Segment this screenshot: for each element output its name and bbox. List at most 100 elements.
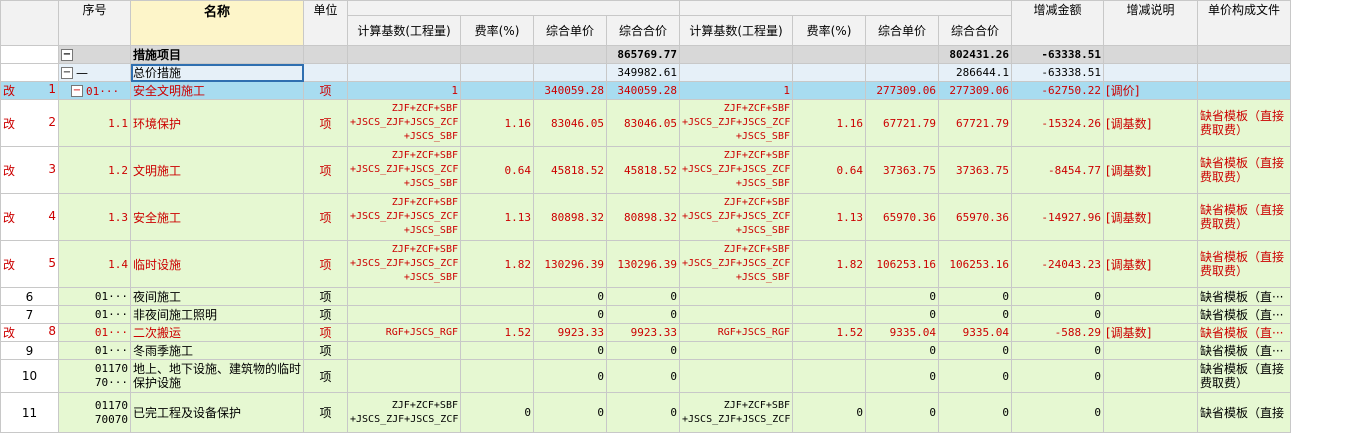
col-template-header[interactable]: 单价构成文件 <box>1197 0 1291 46</box>
table-row[interactable]: 改5 1.4 临时设施 项 ZJF+ZCF+SBF +JSCS_ZJF+JSCS… <box>0 240 1291 288</box>
rate-1-cell[interactable]: 1.82 <box>460 240 534 288</box>
rate-2-cell[interactable]: 1.82 <box>792 240 866 288</box>
calc-base-1-cell[interactable]: ZJF+ZCF+SBF +JSCS_ZJF+JSCS_ZCF +JSCS_SBF <box>347 193 461 241</box>
col-seq-header[interactable]: 序号 <box>58 0 131 46</box>
rate-2-cell[interactable] <box>792 81 866 100</box>
rate-1-cell[interactable] <box>460 287 534 306</box>
calc-base-1-cell[interactable]: RGF+JSCS_RGF <box>347 323 461 342</box>
template-cell[interactable]: 缺省模板（直接费取费） <box>1197 193 1291 241</box>
rate-1-cell[interactable] <box>460 305 534 324</box>
col-unit-price-2-header[interactable]: 综合单价 <box>865 15 939 46</box>
rate-2-cell[interactable] <box>792 359 866 393</box>
rate-1-cell[interactable]: 1.13 <box>460 193 534 241</box>
table-row[interactable]: 改8 01··· 二次搬运 项 RGF+JSCS_RGF 1.52 9923.3… <box>0 323 1291 342</box>
col-total-price-1-header[interactable]: 综合合价 <box>606 15 680 46</box>
rate-1-cell[interactable]: 0 <box>460 392 534 433</box>
col-name-header[interactable]: 名称 <box>130 0 304 46</box>
table-row[interactable]: 6 01··· 夜间施工 项 0 0 0 0 0 缺省模板（直··· <box>0 287 1291 306</box>
calc-base-1-cell[interactable]: ZJF+ZCF+SBF +JSCS_ZJF+JSCS_ZCF +JSCS_SBF <box>347 240 461 288</box>
name-cell[interactable]: 地上、地下设施、建筑物的临时保护设施 <box>130 359 304 393</box>
template-cell[interactable]: 缺省模板（直··· <box>1197 341 1291 360</box>
col-rate-1-header[interactable]: 费率(%) <box>460 15 534 46</box>
calc-base-2-cell[interactable]: ZJF+ZCF+SBF +JSCS_ZJF+JSCS_ZCF +JSCS_SBF <box>679 146 793 194</box>
name-cell[interactable]: 文明施工 <box>130 146 304 194</box>
table-row[interactable]: − 措施项目 865769.77 802431.26 -63338.51 <box>0 45 1291 64</box>
template-cell[interactable]: 缺省模板（直··· <box>1197 323 1291 342</box>
rate-2-cell[interactable]: 0.64 <box>792 146 866 194</box>
table-row[interactable]: 10 01170 70··· 地上、地下设施、建筑物的临时保护设施 项 0 0 … <box>0 359 1291 393</box>
name-cell[interactable]: 总价措施 <box>130 63 304 82</box>
name-cell[interactable]: 安全施工 <box>130 193 304 241</box>
col-calc-base-2-header[interactable]: 计算基数(工程量) <box>679 15 793 46</box>
col-change-amount-header[interactable]: 增减金额 <box>1011 0 1104 46</box>
name-cell[interactable]: 非夜间施工照明 <box>130 305 304 324</box>
table-row[interactable]: − — 总价措施 349982.61 286644.1 -63338.51 <box>0 63 1291 82</box>
total-price-1-cell: 349982.61 <box>606 63 680 82</box>
table-row[interactable]: 改3 1.2 文明施工 项 ZJF+ZCF+SBF +JSCS_ZJF+JSCS… <box>0 146 1291 194</box>
name-cell[interactable]: 二次搬运 <box>130 323 304 342</box>
calc-base-2-cell[interactable] <box>679 287 793 306</box>
calc-base-1-cell[interactable] <box>347 341 461 360</box>
calc-base-2-cell[interactable]: ZJF+ZCF+SBF +JSCS_ZJF+JSCS_ZCF +JSCS_SBF <box>679 99 793 147</box>
table-row[interactable]: 改2 1.1 环境保护 项 ZJF+ZCF+SBF +JSCS_ZJF+JSCS… <box>0 99 1291 147</box>
rate-1-cell[interactable]: 0.64 <box>460 146 534 194</box>
rate-1-cell[interactable]: 1.16 <box>460 99 534 147</box>
template-cell[interactable]: 缺省模板（直接费取费） <box>1197 359 1291 393</box>
name-cell[interactable]: 冬雨季施工 <box>130 341 304 360</box>
table-row[interactable]: 11 01170 70070 已完工程及设备保护 项 ZJF+ZCF+SBF +… <box>0 392 1291 433</box>
rate-1-cell[interactable] <box>460 81 534 100</box>
template-cell[interactable]: 缺省模板（直接费取费） <box>1197 99 1291 147</box>
rate-2-cell[interactable] <box>792 287 866 306</box>
calc-base-1-cell[interactable] <box>347 359 461 393</box>
calc-base-1-cell[interactable]: ZJF+ZCF+SBF +JSCS_ZJF+JSCS_ZCF <box>347 392 461 433</box>
table-row[interactable]: 改4 1.3 安全施工 项 ZJF+ZCF+SBF +JSCS_ZJF+JSCS… <box>0 193 1291 241</box>
rate-2-cell[interactable]: 1.16 <box>792 99 866 147</box>
rate-2-cell[interactable]: 0 <box>792 392 866 433</box>
calc-base-1-cell[interactable]: ZJF+ZCF+SBF +JSCS_ZJF+JSCS_ZCF +JSCS_SBF <box>347 99 461 147</box>
name-cell[interactable]: 环境保护 <box>130 99 304 147</box>
collapse-icon[interactable]: − <box>61 49 73 61</box>
calc-base-2-cell[interactable] <box>679 359 793 393</box>
col-total-price-2-header[interactable]: 综合合价 <box>938 15 1012 46</box>
col-rownum-header[interactable] <box>0 0 59 46</box>
template-cell[interactable]: 缺省模板（直··· <box>1197 287 1291 306</box>
name-cell[interactable]: 夜间施工 <box>130 287 304 306</box>
rate-2-cell[interactable]: 1.13 <box>792 193 866 241</box>
calc-base-2-cell[interactable]: RGF+JSCS_RGF <box>679 323 793 342</box>
rate-1-cell[interactable] <box>460 359 534 393</box>
change-amount-cell: -588.29 <box>1011 323 1104 342</box>
calc-base-2-cell[interactable]: 1 <box>679 81 793 100</box>
calc-base-2-cell[interactable] <box>679 341 793 360</box>
template-cell[interactable]: 缺省模板（直接费取费） <box>1197 240 1291 288</box>
col-unit-header[interactable]: 单位 <box>303 0 348 46</box>
rate-1-cell[interactable] <box>460 341 534 360</box>
rate-1-cell[interactable]: 1.52 <box>460 323 534 342</box>
name-cell[interactable]: 临时设施 <box>130 240 304 288</box>
name-cell[interactable]: 已完工程及设备保护 <box>130 392 304 433</box>
calc-base-2-cell[interactable] <box>679 305 793 324</box>
table-row[interactable]: 9 01··· 冬雨季施工 项 0 0 0 0 0 缺省模板（直··· <box>0 341 1291 360</box>
table-row[interactable]: 改1 −01··· 安全文明施工 项 1 340059.28 340059.28… <box>0 81 1291 100</box>
table-row[interactable]: 7 01··· 非夜间施工照明 项 0 0 0 0 0 缺省模板（直··· <box>0 305 1291 324</box>
calc-base-1-cell[interactable] <box>347 305 461 324</box>
rate-2-cell[interactable] <box>792 305 866 324</box>
collapse-icon[interactable]: − <box>61 67 73 79</box>
name-cell[interactable]: 措施项目 <box>130 45 304 64</box>
calc-base-1-cell[interactable] <box>347 287 461 306</box>
col-rate-2-header[interactable]: 费率(%) <box>792 15 866 46</box>
calc-base-2-cell[interactable]: ZJF+ZCF+SBF +JSCS_ZJF+JSCS_ZCF +JSCS_SBF <box>679 240 793 288</box>
col-calc-base-1-header[interactable]: 计算基数(工程量) <box>347 15 461 46</box>
calc-base-2-cell[interactable]: ZJF+ZCF+SBF +JSCS_ZJF+JSCS_ZCF +JSCS_SBF <box>679 193 793 241</box>
rate-2-cell[interactable]: 1.52 <box>792 323 866 342</box>
template-cell[interactable]: 缺省模板（直接费取费） <box>1197 146 1291 194</box>
calc-base-2-cell[interactable]: ZJF+ZCF+SBF +JSCS_ZJF+JSCS_ZCF <box>679 392 793 433</box>
template-cell[interactable]: 缺省模板（直··· <box>1197 305 1291 324</box>
calc-base-1-cell[interactable]: ZJF+ZCF+SBF +JSCS_ZJF+JSCS_ZCF +JSCS_SBF <box>347 146 461 194</box>
template-cell[interactable]: 缺省模板（直接 <box>1197 392 1291 433</box>
calc-base-1-cell[interactable]: 1 <box>347 81 461 100</box>
name-cell[interactable]: 安全文明施工 <box>130 81 304 100</box>
rate-2-cell[interactable] <box>792 341 866 360</box>
col-unit-price-1-header[interactable]: 综合单价 <box>533 15 607 46</box>
collapse-icon[interactable]: − <box>71 85 83 97</box>
col-change-note-header[interactable]: 增减说明 <box>1103 0 1198 46</box>
